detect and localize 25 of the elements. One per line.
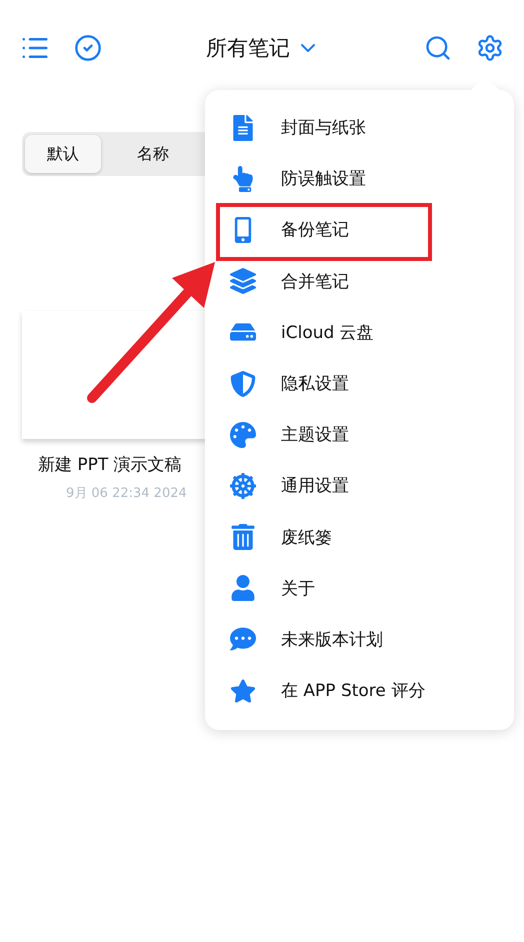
sort-tab[interactable]: 默认 (25, 135, 101, 173)
menu-item[interactable]: 备份笔记 (205, 204, 514, 256)
menu-item[interactable]: 主题设置 (205, 409, 514, 460)
menu-item[interactable]: iCloud 云盘 (205, 306, 514, 358)
menu-item[interactable]: 合并笔记 (205, 256, 514, 307)
menu-item[interactable]: 隐私设置 (205, 358, 514, 410)
menu-item[interactable]: 未来版本计划 (205, 614, 514, 666)
note-thumbnail[interactable] (22, 311, 207, 439)
menu-item[interactable]: 废纸篓 (205, 512, 514, 563)
menu-item[interactable]: 关于 (205, 562, 514, 614)
layers-icon (227, 268, 259, 294)
note-title: 新建 PPT 演示文稿 (38, 454, 182, 476)
check-circle-icon[interactable] (74, 34, 102, 62)
menu-item[interactable]: 防误触设置 (205, 153, 514, 204)
menu-item[interactable]: 通用设置 (205, 460, 514, 512)
palette-icon (227, 422, 259, 448)
sort-tab[interactable]: 名称 (115, 135, 191, 173)
menu-item[interactable]: 封面与纸张 (205, 102, 514, 154)
settings-icon[interactable] (476, 34, 504, 62)
note-date: 9月 06 22:34 2024 (66, 485, 187, 502)
chat-bubble-icon (227, 626, 259, 652)
title-dropdown[interactable]: 所有笔记 (206, 34, 320, 62)
wheel-icon (227, 472, 259, 499)
search-icon[interactable] (424, 34, 452, 62)
menu-item[interactable]: 在 APP Store 评分 (205, 665, 514, 716)
